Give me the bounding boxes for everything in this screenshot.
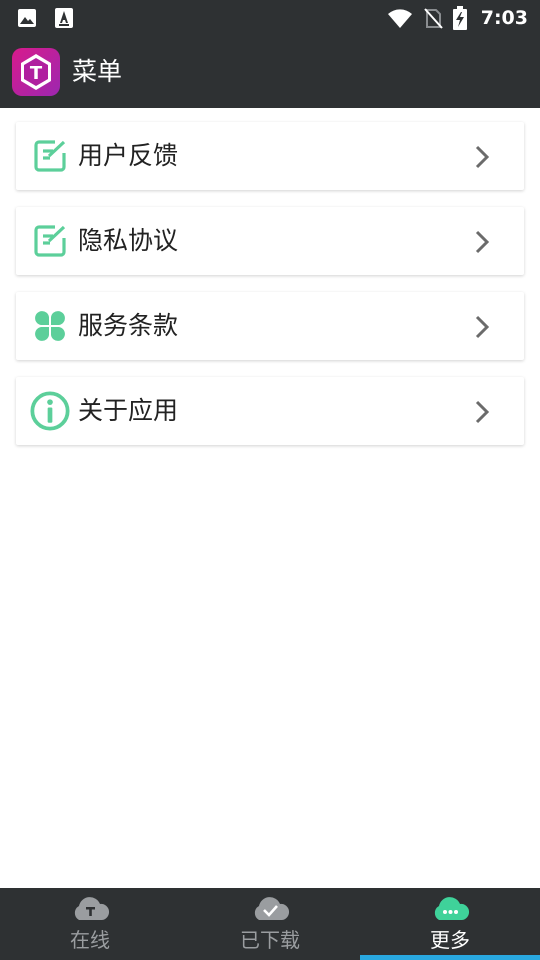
menu-list: 用户反馈 隐私协议 服务条款 关于应用 — [16, 122, 524, 462]
menu-item-label: 关于应用 — [78, 396, 179, 425]
cloud-more-icon — [434, 897, 470, 920]
app-bar: T 菜单 — [0, 36, 540, 108]
menu-item-label: 用户反馈 — [78, 141, 179, 170]
tab-downloaded[interactable]: 已下载 — [180, 888, 360, 960]
app-logo-hexagon-icon: T — [21, 54, 51, 90]
status-clock: 7:03 — [480, 7, 528, 29]
app-logo: T — [12, 48, 60, 96]
no-sim-icon — [423, 8, 443, 29]
bottom-tab-bar: 在线 已下载 更多 — [0, 888, 540, 960]
cloud-check-icon — [254, 897, 290, 920]
chevron-right-icon — [475, 145, 490, 169]
cloud-t-icon — [74, 897, 110, 920]
tab-label: 更多 — [430, 928, 470, 952]
tab-label: 已下载 — [240, 928, 300, 952]
status-bar-notifications — [16, 7, 74, 29]
chevron-right-icon — [475, 400, 490, 424]
active-tab-indicator — [360, 955, 540, 960]
menu-item-label: 服务条款 — [78, 311, 179, 340]
edit-note-icon — [34, 140, 66, 172]
tab-online[interactable]: 在线 — [0, 888, 180, 960]
app-logo-letter: T — [30, 63, 43, 84]
menu-item-terms[interactable]: 服务条款 — [16, 292, 524, 360]
status-bar-system: 7:03 — [387, 0, 528, 36]
tab-label: 在线 — [70, 928, 110, 952]
battery-charging-icon — [452, 6, 467, 30]
chevron-right-icon — [475, 230, 490, 254]
wifi-icon — [387, 9, 412, 28]
info-icon — [30, 391, 70, 431]
page-title: 菜单 — [72, 57, 123, 86]
tab-more[interactable]: 更多 — [360, 888, 540, 960]
font-app-icon — [55, 8, 73, 28]
menu-item-about[interactable]: 关于应用 — [16, 377, 524, 445]
menu-item-label: 隐私协议 — [78, 226, 179, 255]
chevron-right-icon — [475, 315, 490, 339]
status-bar: 7:03 — [0, 0, 540, 36]
image-icon — [18, 9, 36, 27]
menu-item-feedback[interactable]: 用户反馈 — [16, 122, 524, 190]
menu-item-privacy[interactable]: 隐私协议 — [16, 207, 524, 275]
clover-icon — [35, 311, 65, 341]
edit-note-icon — [34, 225, 66, 257]
